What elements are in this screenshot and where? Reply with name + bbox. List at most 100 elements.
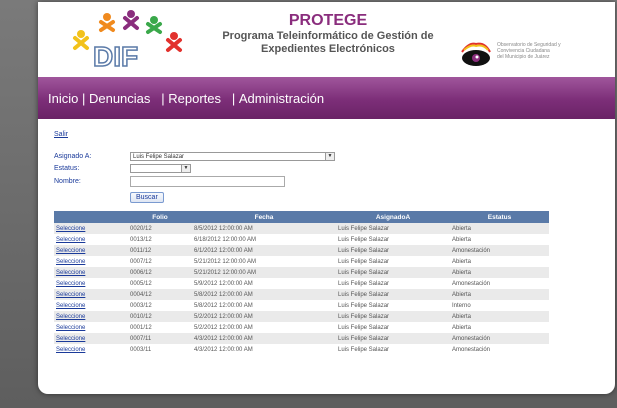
- asignado-cell: Luis Felipe Salazar: [336, 256, 450, 267]
- app-title: PROTEGE Programa Teleinformático de Gest…: [213, 12, 443, 56]
- name-input[interactable]: [130, 176, 285, 187]
- assigned-label: Asignado A:: [54, 153, 92, 160]
- table-row: Seleccione 0011/12 6/1/2012 12:00:00 AM Lui…: [54, 245, 549, 256]
- page-title: PROTEGE: [288, 12, 368, 29]
- select-link[interactable]: Seleccione: [54, 333, 128, 344]
- chevron-down-icon: ▼: [325, 153, 334, 160]
- fecha-cell: 5/8/2012 12:00:00 AM: [192, 289, 336, 300]
- folio-cell: 0005/12: [128, 278, 192, 289]
- asignado-cell: Luis Felipe Salazar: [336, 234, 450, 245]
- estatus-cell: Abierta: [450, 267, 549, 278]
- asignado-cell: Luis Felipe Salazar: [336, 223, 450, 234]
- select-link[interactable]: Seleccione: [54, 322, 128, 333]
- status-label: Estatus:: [54, 165, 80, 172]
- folio-cell: 0010/12: [128, 311, 192, 322]
- folio-cell: 0003/12: [128, 300, 192, 311]
- table-row: Seleccione 0007/11 4/3/2012 12:00:00 AM Lui…: [54, 333, 549, 344]
- fecha-cell: 6/1/2012 12:00:00 AM: [192, 245, 336, 256]
- folio-cell: 0007/11: [128, 333, 192, 344]
- col-header-folio: Folio: [128, 211, 192, 223]
- table-row: Seleccione 0010/12 5/2/2012 12:00:00 AM Lui…: [54, 311, 549, 322]
- nav-item-administracion[interactable]: Administración: [239, 91, 324, 106]
- results-table: Folio Fecha AsignadoA Estatus Seleccione…: [54, 211, 549, 355]
- fecha-cell: 8/5/2012 12:00:00 AM: [192, 223, 336, 234]
- select-link[interactable]: Seleccione: [54, 278, 128, 289]
- select-link[interactable]: Seleccione: [54, 311, 128, 322]
- fecha-cell: 5/2/2012 12:00:00 AM: [192, 311, 336, 322]
- table-row: Seleccione 0020/12 8/5/2012 12:00:00 AM Lui…: [54, 223, 549, 234]
- estatus-cell: Abierta: [450, 311, 549, 322]
- assigned-value: Luis Felipe Salazar: [133, 153, 185, 160]
- partner-logo: Observatorio de Seguridad y Convivencia …: [459, 42, 609, 72]
- folio-cell: 0006/12: [128, 267, 192, 278]
- asignado-cell: Luis Felipe Salazar: [336, 344, 450, 355]
- select-link[interactable]: Seleccione: [54, 300, 128, 311]
- estatus-cell: Amonestación: [450, 333, 549, 344]
- partner-text: Observatorio de Seguridad y Convivencia …: [497, 42, 607, 60]
- asignado-cell: Luis Felipe Salazar: [336, 333, 450, 344]
- estatus-cell: Amonestación: [450, 278, 549, 289]
- partner-line3: del Municipio de Juárez: [497, 54, 550, 60]
- page: DIF PROTEGE Programa Teleinformático de …: [38, 2, 615, 394]
- estatus-cell: Abierta: [450, 223, 549, 234]
- folio-cell: 0001/12: [128, 322, 192, 333]
- select-link[interactable]: Seleccione: [54, 344, 128, 355]
- fecha-cell: 4/3/2012 12:00:00 AM: [192, 344, 336, 355]
- header: DIF PROTEGE Programa Teleinformático de …: [38, 2, 615, 77]
- asignado-cell: Luis Felipe Salazar: [336, 300, 450, 311]
- estatus-cell: Abierta: [450, 234, 549, 245]
- select-link[interactable]: Seleccione: [54, 234, 128, 245]
- name-label: Nombre:: [54, 178, 81, 185]
- table-row: Seleccione 0003/11 4/3/2012 12:00:00 AM Lui…: [54, 344, 549, 355]
- estatus-cell: Abierta: [450, 322, 549, 333]
- select-link[interactable]: Seleccione: [54, 223, 128, 234]
- main-content: Salir Asignado A: Luis Felipe Salazar ▼ …: [38, 119, 615, 355]
- nav-item-inicio[interactable]: Inicio: [48, 91, 78, 106]
- search-button[interactable]: Buscar: [130, 192, 164, 203]
- estatus-cell: Amonestación: [450, 344, 549, 355]
- nav-separator: |: [220, 90, 239, 106]
- nav-item-denuncias[interactable]: Denuncias: [89, 91, 150, 106]
- select-link[interactable]: Seleccione: [54, 256, 128, 267]
- nav-item-reportes[interactable]: Reportes: [168, 91, 221, 106]
- folio-cell: 0011/12: [128, 245, 192, 256]
- asignado-cell: Luis Felipe Salazar: [336, 245, 450, 256]
- nav-separator: |: [150, 90, 169, 106]
- table-row: Seleccione 0013/12 6/18/2012 12:00:00 AM Lu…: [54, 234, 549, 245]
- assigned-select[interactable]: Luis Felipe Salazar ▼: [130, 152, 335, 161]
- asignado-cell: Luis Felipe Salazar: [336, 267, 450, 278]
- select-link[interactable]: Seleccione: [54, 289, 128, 300]
- col-header-fecha: Fecha: [192, 211, 336, 223]
- folio-cell: 0003/11: [128, 344, 192, 355]
- estatus-cell: Amonestación: [450, 245, 549, 256]
- app-subtitle-line2: Expedientes Electrónicos: [261, 43, 395, 55]
- col-header-asignado: AsignadoA: [336, 211, 450, 223]
- status-select[interactable]: ▼: [130, 164, 191, 173]
- select-link[interactable]: Seleccione: [54, 267, 128, 278]
- main-nav: Inicio | Denuncias | Reportes | Administ…: [38, 77, 615, 119]
- table-row: Seleccione 0004/12 5/8/2012 12:00:00 AM Lui…: [54, 289, 549, 300]
- select-link[interactable]: Seleccione: [54, 245, 128, 256]
- folio-cell: 0007/12: [128, 256, 192, 267]
- svg-text:DIF: DIF: [93, 41, 138, 70]
- fecha-cell: 5/2/2012 12:00:00 AM: [192, 322, 336, 333]
- fecha-cell: 6/18/2012 12:00:00 AM: [192, 234, 336, 245]
- table-row: Seleccione 0006/12 5/21/2012 12:00:00 AM Lu…: [54, 267, 549, 278]
- asignado-cell: Luis Felipe Salazar: [336, 289, 450, 300]
- fecha-cell: 4/3/2012 12:00:00 AM: [192, 333, 336, 344]
- fecha-cell: 5/21/2012 12:00:00 AM: [192, 267, 336, 278]
- table-row: Seleccione 0005/12 5/9/2012 12:00:00 AM Lui…: [54, 278, 549, 289]
- fecha-cell: 5/8/2012 12:00:00 AM: [192, 300, 336, 311]
- table-row: Seleccione 0003/12 5/8/2012 12:00:00 AM Lui…: [54, 300, 549, 311]
- estatus-cell: Interno: [450, 300, 549, 311]
- folio-cell: 0004/12: [128, 289, 192, 300]
- folio-cell: 0020/12: [128, 223, 192, 234]
- col-header-estatus: Estatus: [450, 211, 549, 223]
- app-subtitle-line1: Programa Teleinformático de Gestión de: [222, 30, 434, 42]
- nav-separator: |: [78, 90, 89, 106]
- folio-cell: 0013/12: [128, 234, 192, 245]
- col-header-select: [54, 211, 128, 223]
- logout-link[interactable]: Salir: [54, 131, 68, 138]
- dif-logo: DIF: [73, 10, 182, 70]
- asignado-cell: Luis Felipe Salazar: [336, 322, 450, 333]
